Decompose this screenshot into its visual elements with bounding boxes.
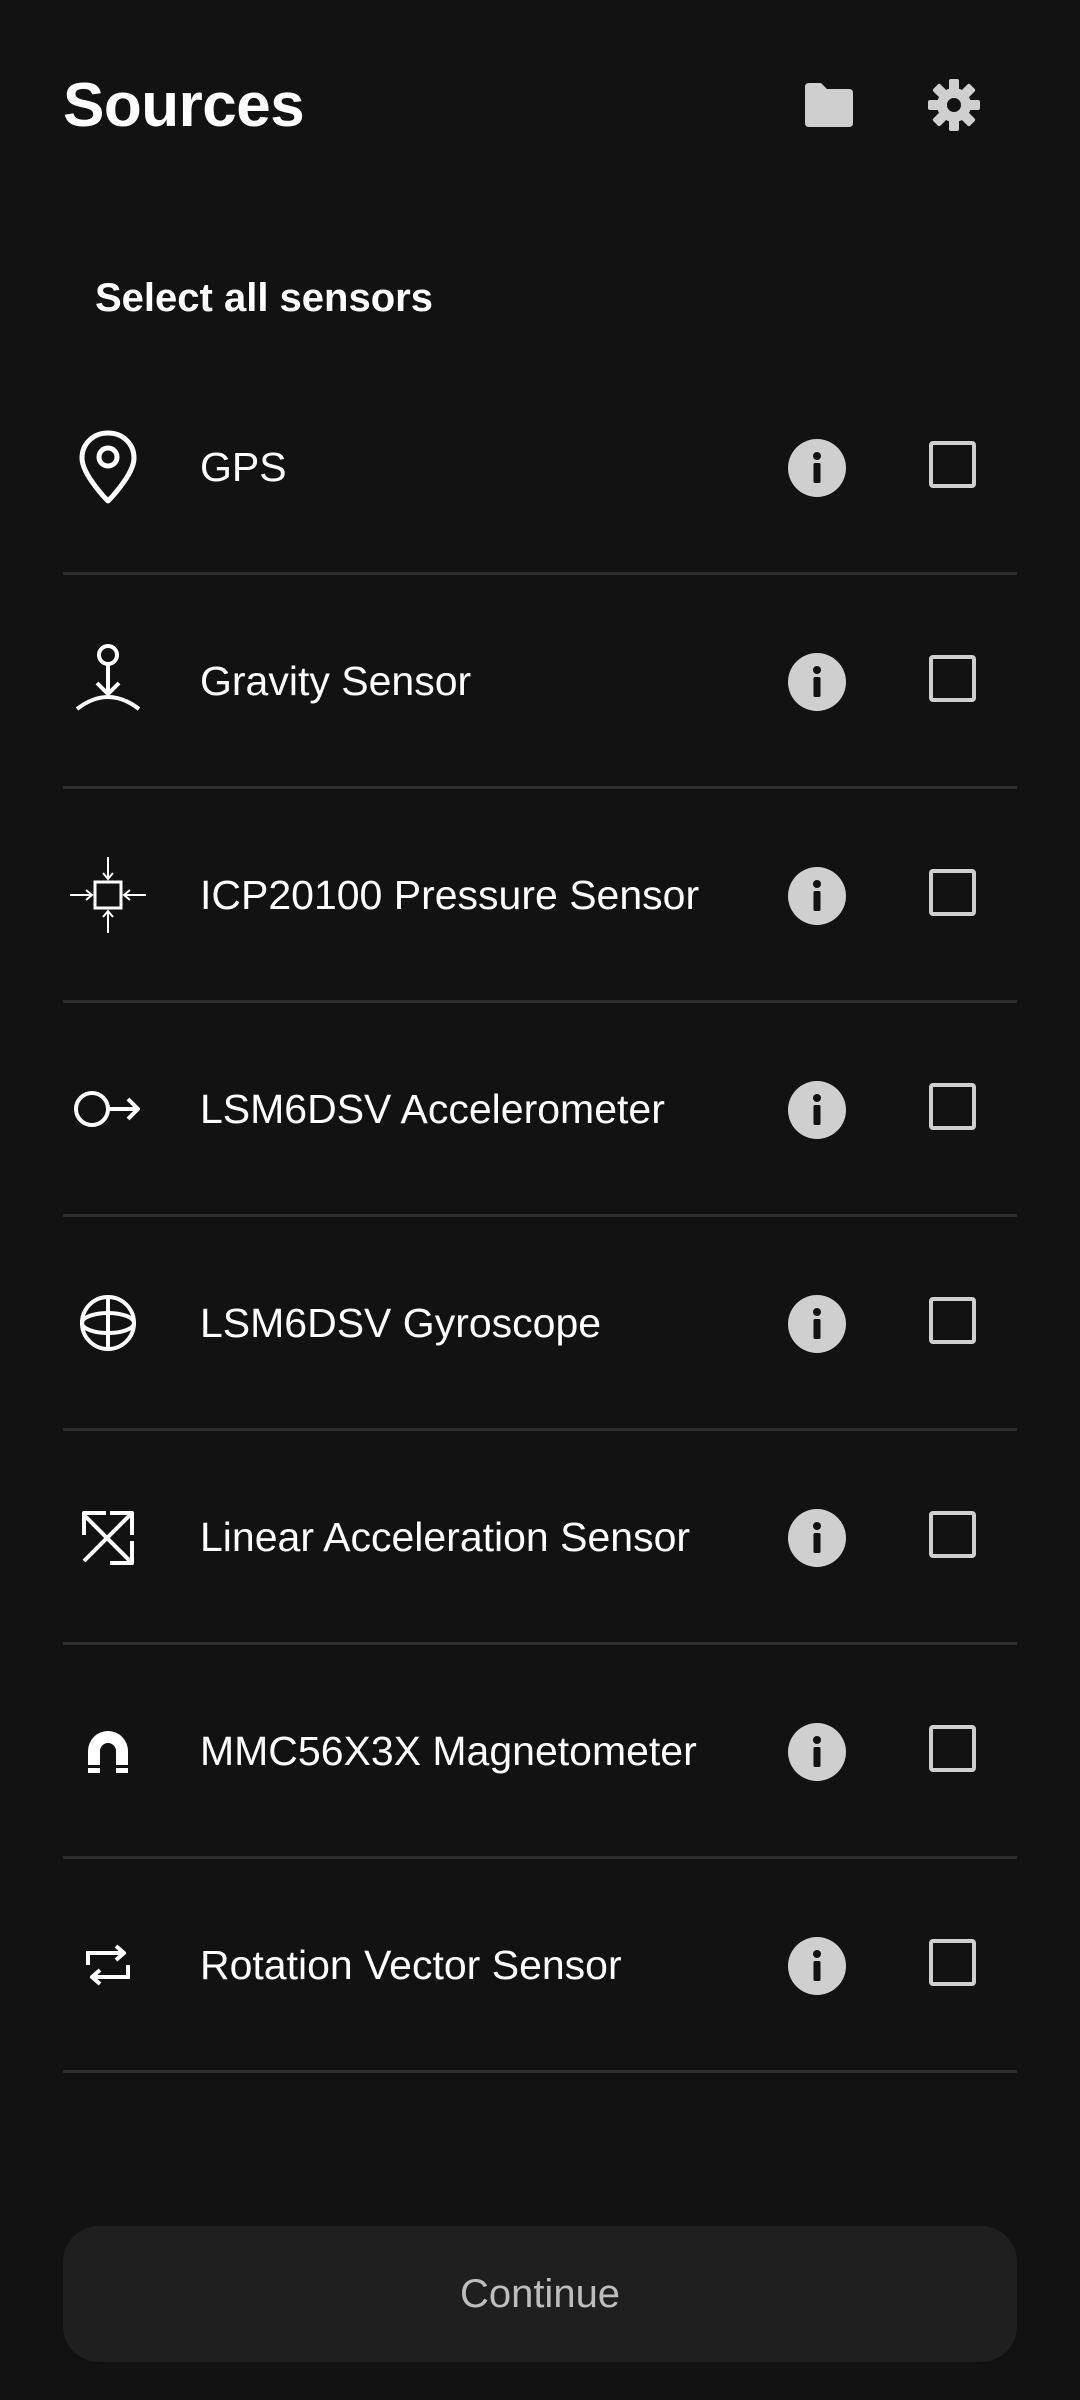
sensor-row-linear-acceleration[interactable]: Linear Acceleration Sensor	[63, 1431, 1017, 1645]
sensor-row-gyroscope[interactable]: LSM6DSV Gyroscope	[63, 1217, 1017, 1431]
magnet-icon	[63, 1711, 153, 1791]
sensor-label: Gravity Sensor	[200, 658, 472, 704]
sensor-label: MMC56X3X Magnetometer	[200, 1728, 697, 1774]
info-button[interactable]	[788, 1295, 846, 1353]
sensor-checkbox[interactable]	[929, 655, 976, 702]
sensor-list: GPS Gravity Sensor ICP20100 Pressure Sen…	[63, 361, 1017, 2073]
sensor-row-magnetometer[interactable]: MMC56X3X Magnetometer	[63, 1645, 1017, 1859]
sensor-label: Rotation Vector Sensor	[200, 1942, 622, 1988]
sensor-label: LSM6DSV Accelerometer	[200, 1086, 665, 1132]
info-icon	[813, 880, 821, 911]
info-icon	[813, 1308, 821, 1339]
info-icon	[813, 452, 821, 483]
sensor-row-gps[interactable]: GPS	[63, 361, 1017, 575]
folder-icon	[805, 83, 853, 127]
top-app-bar: Sources	[0, 0, 1080, 210]
gear-icon	[928, 79, 980, 131]
info-icon	[813, 666, 821, 697]
sensor-label: Linear Acceleration Sensor	[200, 1514, 691, 1560]
sensor-row-pressure[interactable]: ICP20100 Pressure Sensor	[63, 789, 1017, 1003]
info-icon	[813, 1736, 821, 1767]
continue-button[interactable]: Continue	[63, 2226, 1017, 2362]
location-pin-icon	[63, 427, 153, 507]
info-button[interactable]	[788, 653, 846, 711]
gyroscope-icon	[63, 1283, 153, 1363]
info-button[interactable]	[788, 1723, 846, 1781]
page-title: Sources	[63, 71, 305, 140]
sensor-label: LSM6DSV Gyroscope	[200, 1300, 602, 1346]
info-icon	[813, 1950, 821, 1981]
info-icon	[813, 1522, 821, 1553]
select-all-sensors[interactable]: Select all sensors	[95, 270, 433, 326]
sensor-checkbox[interactable]	[929, 1725, 976, 1772]
sensor-checkbox[interactable]	[929, 441, 976, 488]
linear-acceleration-icon	[63, 1497, 153, 1577]
sensor-row-gravity[interactable]: Gravity Sensor	[63, 575, 1017, 789]
pressure-icon	[63, 855, 153, 935]
info-icon	[813, 1094, 821, 1125]
info-button[interactable]	[788, 439, 846, 497]
sensor-checkbox[interactable]	[929, 1939, 976, 1986]
rotation-icon	[63, 1925, 153, 2005]
accelerometer-icon	[63, 1069, 153, 1149]
folder-button[interactable]	[796, 72, 862, 138]
sensor-label: GPS	[200, 444, 287, 490]
gravity-icon	[63, 641, 153, 721]
continue-label: Continue	[459, 2271, 621, 2316]
info-button[interactable]	[788, 1081, 846, 1139]
sensor-checkbox[interactable]	[929, 869, 976, 916]
sensor-row-accelerometer[interactable]: LSM6DSV Accelerometer	[63, 1003, 1017, 1217]
info-button[interactable]	[788, 1509, 846, 1567]
sensor-checkbox[interactable]	[929, 1297, 976, 1344]
sensor-checkbox[interactable]	[929, 1083, 976, 1130]
settings-button[interactable]	[921, 72, 987, 138]
sensor-row-rotation-vector[interactable]: Rotation Vector Sensor	[63, 1859, 1017, 2073]
info-button[interactable]	[788, 867, 846, 925]
sensor-label: ICP20100 Pressure Sensor	[200, 872, 700, 918]
sensor-checkbox[interactable]	[929, 1511, 976, 1558]
info-button[interactable]	[788, 1937, 846, 1995]
